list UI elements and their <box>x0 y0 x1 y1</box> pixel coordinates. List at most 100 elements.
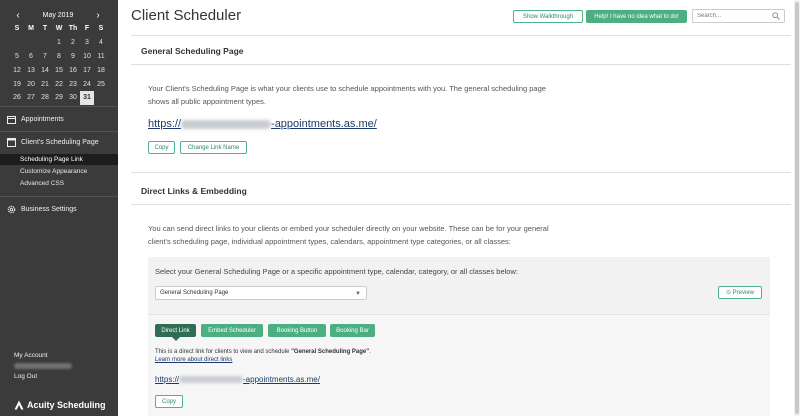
account-email-redacted <box>14 363 72 369</box>
weekday-label: S <box>14 25 20 33</box>
calendar-day[interactable]: 14 <box>38 63 52 77</box>
brand-logo: Acuity Scheduling <box>14 400 106 410</box>
calendar-empty-cell <box>38 36 52 50</box>
calendar-day[interactable]: 2 <box>66 36 80 50</box>
gear-icon <box>7 205 16 214</box>
sidebar-subitem-scheduling-page-link[interactable]: Scheduling Page Link <box>0 154 118 165</box>
change-link-name-button[interactable]: Change Link Name <box>180 141 247 154</box>
calendar-empty-cell <box>94 91 108 105</box>
weekday-label: M <box>28 25 34 33</box>
sidebar-subitem-customize-appearance[interactable]: Customize Appearance <box>0 166 118 177</box>
calendar-day[interactable]: 11 <box>94 50 108 64</box>
section-divider <box>131 204 791 205</box>
tab-direct-link[interactable]: Direct Link <box>155 324 196 341</box>
calendar-day[interactable]: 5 <box>10 50 24 64</box>
learn-more-link[interactable]: Learn more about direct links <box>155 357 232 363</box>
tab-booking-bar[interactable]: Booking Bar <box>330 324 375 337</box>
sidebar-item-label: Appointments <box>21 115 64 123</box>
calendar-day[interactable]: 28 <box>38 91 52 105</box>
direct-description-line: You can send direct links to your client… <box>148 224 549 233</box>
weekday-label: F <box>84 25 90 33</box>
section-divider <box>131 172 791 173</box>
calendar-day[interactable]: 23 <box>66 77 80 91</box>
calendar-day[interactable]: 15 <box>52 63 66 77</box>
calendar-day[interactable]: 22 <box>52 77 66 91</box>
header-divider <box>131 35 791 36</box>
my-account-link[interactable]: My Account <box>14 352 48 359</box>
brand-name: Acuity Scheduling <box>27 400 106 410</box>
prev-month-button[interactable]: ‹ <box>12 10 24 21</box>
sidebar-item-label: Business Settings <box>21 205 77 213</box>
calendar-month-label: May 2019 <box>42 12 74 19</box>
calendar-day[interactable]: 18 <box>94 63 108 77</box>
embed-panel: Select your General Scheduling Page or a… <box>148 257 770 416</box>
general-description-line: Your Client's Scheduling Page is what yo… <box>148 84 546 93</box>
help-button[interactable]: Help! I have no idea what to do! <box>586 10 687 23</box>
calendar-day[interactable]: 13 <box>24 63 38 77</box>
link-prefix: https:// <box>148 118 182 130</box>
calendar-day[interactable]: 6 <box>24 50 38 64</box>
calendar-header: ‹ May 2019 › <box>0 10 118 22</box>
tab-embed-scheduler[interactable]: Embed Scheduler <box>201 324 263 337</box>
calendar-day[interactable]: 8 <box>52 50 66 64</box>
search-input[interactable] <box>697 13 775 19</box>
chevron-down-icon: ▼ <box>355 291 361 297</box>
calendar-day[interactable]: 27 <box>24 91 38 105</box>
calendar-day[interactable]: 9 <box>66 50 80 64</box>
calendar-day[interactable]: 3 <box>80 36 94 50</box>
copy-general-link-button[interactable]: Copy <box>148 141 175 154</box>
calendar-day[interactable]: 1 <box>52 36 66 50</box>
calendar-day[interactable]: 10 <box>80 50 94 64</box>
calendar-icon <box>7 115 16 124</box>
calendar-day[interactable]: 19 <box>10 77 24 91</box>
tab-booking-button[interactable]: Booking Button <box>268 324 326 337</box>
preview-button[interactable]: ⊙ Preview <box>718 286 762 299</box>
main-content: Client Scheduler Show Walkthrough Help! … <box>118 0 800 416</box>
link-suffix: -appointments.as.me/ <box>243 375 320 384</box>
section-divider <box>131 64 791 65</box>
copy-direct-link-button[interactable]: Copy <box>155 395 183 408</box>
scrollbar-thumb[interactable] <box>795 2 799 414</box>
search-box <box>692 9 785 23</box>
sidebar-item-label: Client's Scheduling Page <box>21 138 99 146</box>
page-title: Client Scheduler <box>131 7 242 24</box>
calendar-day[interactable]: 26 <box>10 91 24 105</box>
link-suffix: -appointments.as.me/ <box>271 118 377 130</box>
calendar-day[interactable]: 21 <box>38 77 52 91</box>
weekday-label: T <box>42 25 48 33</box>
embed-prompt: Select your General Scheduling Page or a… <box>155 267 518 276</box>
calendar-day[interactable]: 7 <box>38 50 52 64</box>
desc-text: This is a direct link for clients to vie… <box>155 349 292 355</box>
calendar-day[interactable]: 12 <box>10 63 24 77</box>
acuity-logo-icon <box>14 400 24 410</box>
next-month-button[interactable]: › <box>92 10 104 21</box>
window-icon <box>7 137 16 147</box>
scheduling-page-select[interactable]: General Scheduling Page ▼ <box>155 286 367 300</box>
sidebar-divider <box>0 131 118 132</box>
sidebar-item-business-settings[interactable]: Business Settings <box>0 201 118 217</box>
weekday-label: Th <box>68 25 78 33</box>
redacted-subdomain <box>181 119 272 129</box>
calendar-day[interactable]: 4 <box>94 36 108 50</box>
sidebar-item-clients-scheduling-page[interactable]: Client's Scheduling Page <box>0 134 118 150</box>
general-section-title: General Scheduling Page <box>141 46 244 56</box>
calendar-day[interactable]: 25 <box>94 77 108 91</box>
calendar-day[interactable]: 31 <box>80 90 94 105</box>
desc-text: . <box>369 349 371 355</box>
search-icon[interactable] <box>772 12 780 20</box>
direct-section-title: Direct Links & Embedding <box>141 186 247 196</box>
sidebar-subitem-advanced-css[interactable]: Advanced CSS <box>0 178 118 189</box>
calendar-day[interactable]: 29 <box>52 91 66 105</box>
direct-link-description: This is a direct link for clients to vie… <box>155 349 371 355</box>
calendar-day[interactable]: 30 <box>66 91 80 105</box>
general-description: Your Client's Scheduling Page is what yo… <box>148 82 546 108</box>
calendar-day[interactable]: 20 <box>24 77 38 91</box>
sidebar-item-appointments[interactable]: Appointments <box>0 111 118 127</box>
log-out-link[interactable]: Log Out <box>14 373 37 380</box>
calendar-day[interactable]: 24 <box>80 77 94 91</box>
general-scheduling-link[interactable]: https:// -appointments.as.me/ <box>148 118 377 130</box>
calendar-day[interactable]: 17 <box>80 63 94 77</box>
direct-link-url[interactable]: https:// -appointments.as.me/ <box>155 375 320 384</box>
calendar-day[interactable]: 16 <box>66 63 80 77</box>
show-walkthrough-button[interactable]: Show Walkthrough <box>513 10 583 23</box>
